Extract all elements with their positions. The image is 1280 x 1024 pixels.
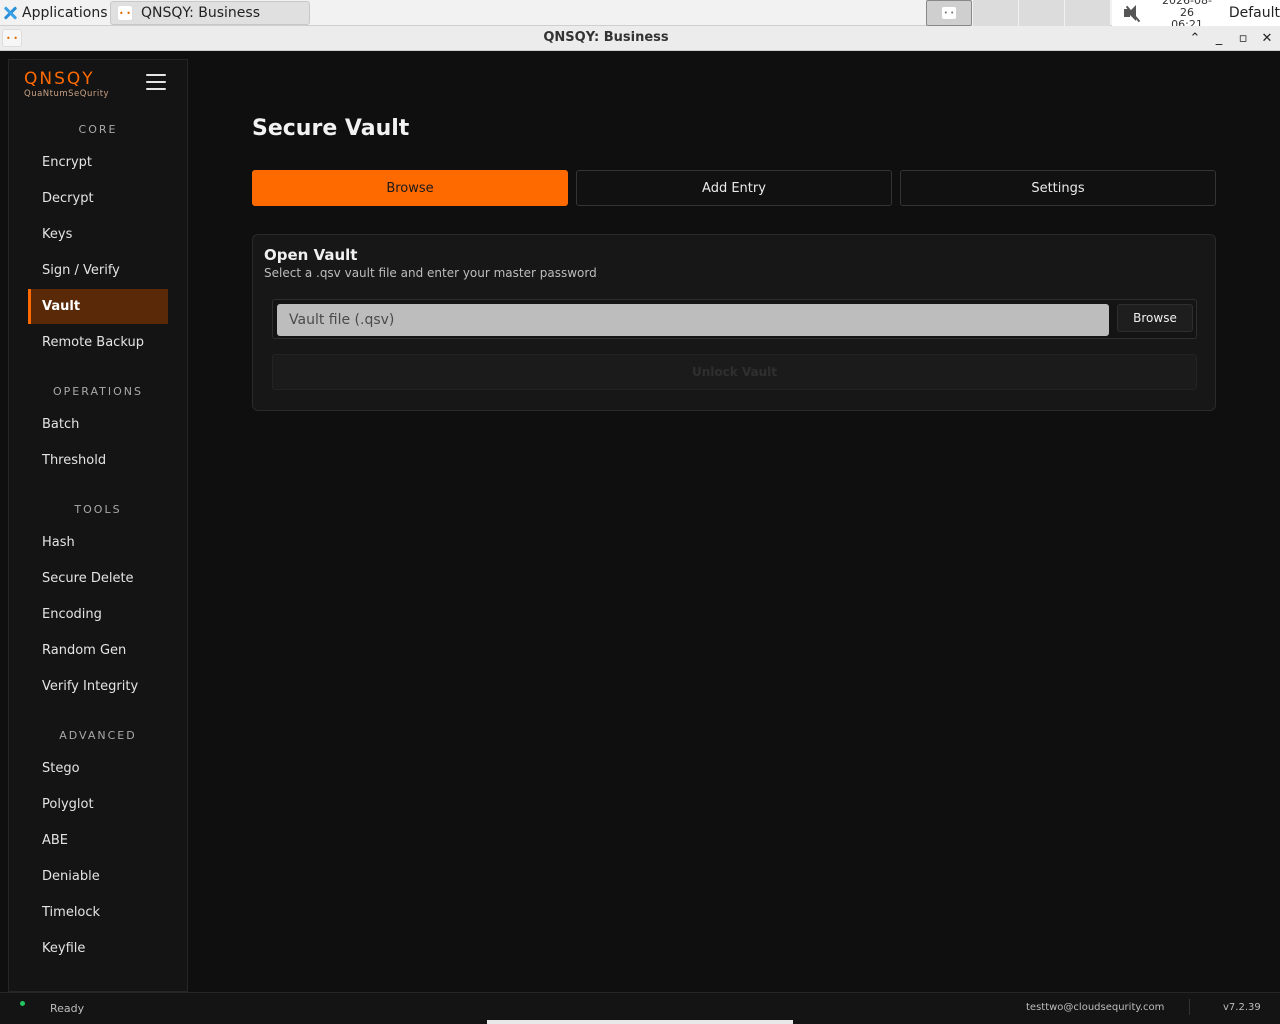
unlock-vault-button[interactable]: Unlock Vault bbox=[272, 354, 1197, 390]
workspace-2[interactable] bbox=[972, 0, 1018, 26]
logo-main-text: QNSQY bbox=[24, 69, 95, 89]
app-window-icon: • • bbox=[117, 5, 133, 21]
workspace-1[interactable]: • • bbox=[926, 0, 972, 26]
section-tools: TOOLS bbox=[74, 503, 122, 516]
sidebar-item-stego[interactable]: Stego bbox=[28, 751, 168, 786]
sidebar-item-sign-verify[interactable]: Sign / Verify bbox=[28, 253, 168, 288]
hamburger-menu-icon[interactable] bbox=[146, 74, 166, 92]
user-email: testtwo@cloudsequrity.com bbox=[1026, 1002, 1165, 1013]
sidebar-item-secure-delete[interactable]: Secure Delete bbox=[28, 561, 168, 596]
sidebar-item-verify-integrity[interactable]: Verify Integrity bbox=[28, 669, 168, 704]
desktop-taskbar: Applications ☰ • • QNSQY: Business • • 2… bbox=[0, 0, 1280, 31]
brand-logo: QNSQY QuaNtumSeQurity bbox=[24, 69, 109, 99]
workspace-4[interactable] bbox=[1064, 0, 1110, 26]
sidebar-item-keyfile[interactable]: Keyfile bbox=[28, 931, 168, 966]
window-close-button[interactable]: ✕ bbox=[1260, 28, 1274, 48]
sidebar: QNSQY QuaNtumSeQurity CORE Encrypt Decry… bbox=[8, 59, 188, 992]
open-vault-card: Open Vault Select a .qsv vault file and … bbox=[252, 234, 1216, 411]
horizontal-scrollbar[interactable] bbox=[487, 1020, 793, 1024]
sidebar-item-hash[interactable]: Hash bbox=[28, 525, 168, 560]
sidebar-item-encrypt[interactable]: Encrypt bbox=[28, 145, 168, 180]
taskbar-window-label: QNSQY: Business bbox=[141, 5, 260, 21]
applications-label: Applications bbox=[22, 5, 108, 21]
tab-settings[interactable]: Settings bbox=[900, 170, 1216, 206]
sidebar-item-remote-backup[interactable]: Remote Backup bbox=[28, 325, 168, 360]
volume-muted-icon[interactable] bbox=[1122, 2, 1143, 24]
logo-sub-text: QuaNtumSeQurity bbox=[24, 89, 110, 99]
window-minimize-button[interactable]: _ bbox=[1212, 28, 1226, 48]
sidebar-item-vault[interactable]: Vault bbox=[28, 289, 168, 324]
window-title: QNSQY: Business bbox=[543, 30, 669, 45]
window-titlebar: • • QNSQY: Business ⌃ _ ▫ ✕ bbox=[0, 26, 1280, 51]
sidebar-item-deniable[interactable]: Deniable bbox=[28, 859, 168, 894]
window-maximize-button[interactable]: ▫ bbox=[1236, 28, 1250, 48]
app-version: v7.2.39 bbox=[1223, 1002, 1261, 1013]
page-title: Secure Vault bbox=[252, 116, 410, 141]
window-shade-button[interactable]: ⌃ bbox=[1188, 28, 1202, 48]
applications-menu[interactable]: Applications ☰ bbox=[2, 2, 122, 24]
workspace-3[interactable] bbox=[1018, 0, 1064, 26]
keyboard-layout[interactable]: Default bbox=[1229, 5, 1280, 21]
system-tray: 2026-08-26 06:21 Default bbox=[1112, 0, 1280, 31]
card-title: Open Vault bbox=[264, 246, 358, 264]
browse-file-button[interactable]: Browse bbox=[1117, 304, 1193, 332]
status-divider bbox=[1189, 999, 1190, 1015]
sidebar-item-polyglot[interactable]: Polyglot bbox=[28, 787, 168, 822]
workspace-window-icon: • • bbox=[942, 7, 956, 19]
sidebar-item-batch[interactable]: Batch bbox=[28, 407, 168, 442]
status-indicator-icon bbox=[20, 1001, 25, 1006]
sidebar-item-keys[interactable]: Keys bbox=[28, 217, 168, 252]
sidebar-item-threshold[interactable]: Threshold bbox=[28, 443, 168, 478]
card-subtitle: Select a .qsv vault file and enter your … bbox=[264, 266, 597, 280]
section-core: CORE bbox=[78, 123, 118, 136]
taskbar-window-button[interactable]: • • QNSQY: Business bbox=[110, 1, 310, 25]
sidebar-item-timelock[interactable]: Timelock bbox=[28, 895, 168, 930]
vault-file-input[interactable] bbox=[277, 304, 1109, 336]
status-text: Ready bbox=[50, 1002, 85, 1015]
app-root: QNSQY QuaNtumSeQurity CORE Encrypt Decry… bbox=[0, 51, 1280, 992]
section-advanced: ADVANCED bbox=[59, 729, 137, 742]
main-content: Secure Vault Browse Add Entry Settings O… bbox=[188, 51, 1280, 992]
sidebar-item-encoding[interactable]: Encoding bbox=[28, 597, 168, 632]
clock-date: 2026-08-26 bbox=[1162, 0, 1212, 19]
sidebar-item-random-gen[interactable]: Random Gen bbox=[28, 633, 168, 668]
tab-add-entry[interactable]: Add Entry bbox=[576, 170, 892, 206]
sidebar-item-abe[interactable]: ABE bbox=[28, 823, 168, 858]
section-operations: OPERATIONS bbox=[53, 385, 143, 398]
xfce-logo-icon bbox=[2, 5, 18, 21]
vault-file-row: Browse bbox=[272, 299, 1197, 339]
tab-browse[interactable]: Browse bbox=[252, 170, 568, 206]
workspace-switcher: • • bbox=[926, 0, 1110, 26]
sidebar-item-decrypt[interactable]: Decrypt bbox=[28, 181, 168, 216]
